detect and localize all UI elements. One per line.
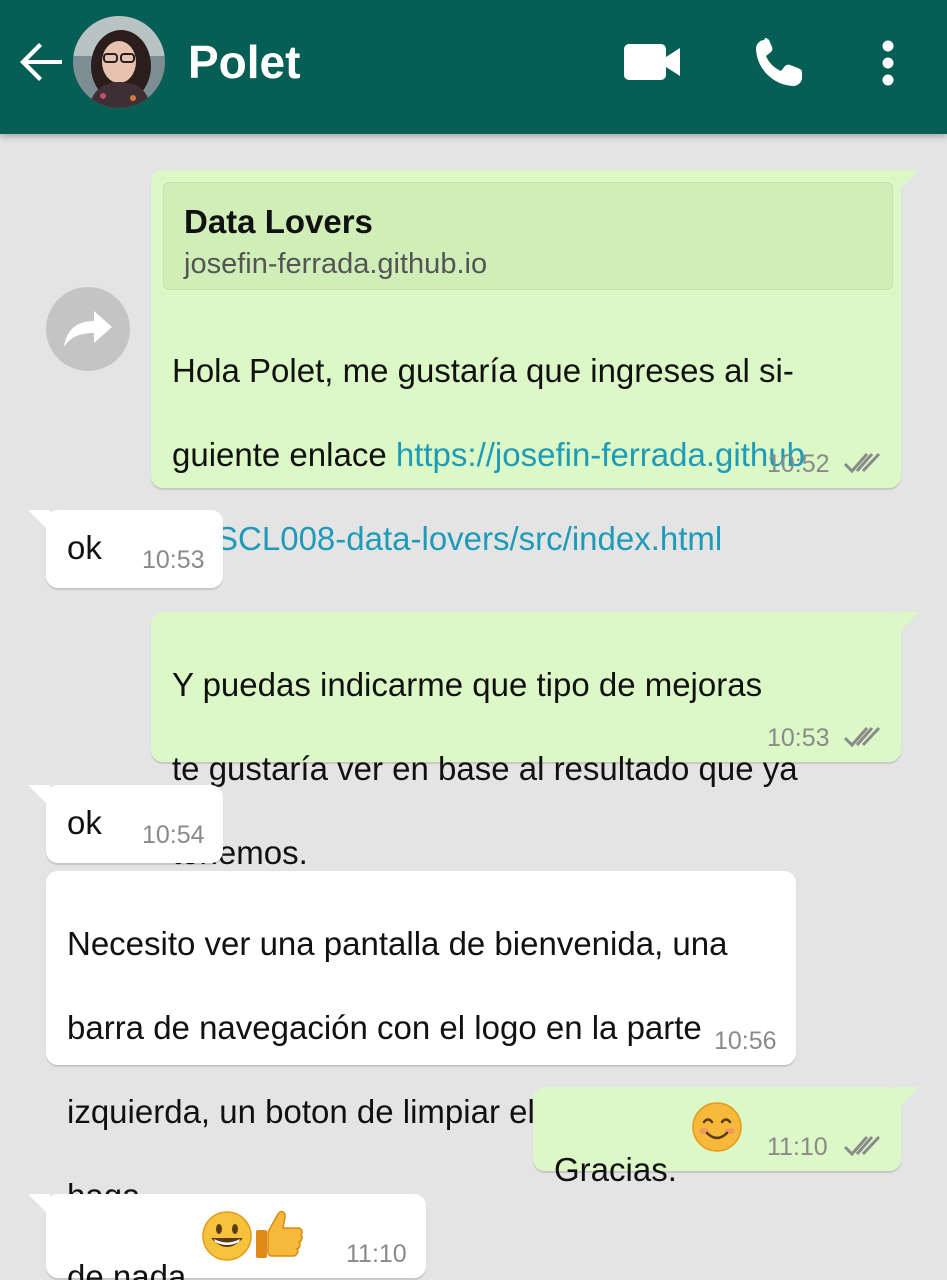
smiling-face-icon: [692, 1102, 742, 1152]
message-text: ok: [67, 804, 102, 841]
bubble-tail: [28, 785, 50, 807]
message-bubble-incoming[interactable]: de nada 11:10: [46, 1194, 426, 1280]
link-preview-domain: josefin-ferrada.github.io: [184, 248, 488, 280]
message-time: 11:10: [346, 1240, 407, 1268]
message-time: 10:54: [142, 821, 205, 849]
bubble-tail: [897, 612, 919, 634]
grinning-face-icon: [202, 1211, 252, 1261]
link-preview-title: Data Lovers: [184, 203, 373, 240]
message-text-line: guiente enlace: [172, 436, 396, 473]
contact-name[interactable]: Polet: [188, 36, 300, 88]
message-text: de nada: [67, 1214, 186, 1280]
message-text: Hola Polet, me gustaría que ingreses al …: [172, 308, 882, 560]
message-time: 10:53: [142, 546, 205, 574]
message-text: ok: [67, 529, 102, 566]
thumbs-up-icon: [256, 1210, 303, 1258]
message-text-line: barra de navegación con el logo en la pa…: [67, 1009, 702, 1046]
message-time: 10:52: [767, 450, 830, 478]
forward-icon: [64, 311, 112, 347]
avatar-photo: [73, 16, 165, 108]
message-bubble-incoming[interactable]: Necesito ver una pantalla de bienvenida,…: [46, 871, 796, 1214]
avatar[interactable]: [73, 16, 165, 108]
more-vertical-icon[interactable]: [880, 40, 896, 86]
forward-button[interactable]: [46, 287, 130, 371]
message-link-continuation[interactable]: .io/SCL008-data-lovers/src/index.html: [172, 520, 722, 557]
double-check-icon: [843, 1135, 881, 1157]
message-text-content: de nada: [67, 1258, 187, 1280]
link-preview[interactable]: Data Lovers josefin-ferrada.github.io: [163, 182, 893, 290]
video-camera-icon[interactable]: [624, 44, 682, 80]
message-bubble-outgoing[interactable]: Gracias. 11:10: [533, 1087, 901, 1188]
message-bubble-outgoing[interactable]: Data Lovers josefin-ferrada.github.io Ho…: [151, 170, 901, 557]
message-time: 10:56: [714, 1027, 777, 1055]
chat-area[interactable]: Data Lovers josefin-ferrada.github.io Ho…: [0, 134, 947, 1280]
bubble-tail: [897, 1087, 919, 1109]
message-link[interactable]: https://josefin-ferrada.github: [396, 436, 805, 473]
message-bubble-incoming[interactable]: ok 10:53: [46, 510, 223, 588]
double-check-icon: [843, 726, 881, 748]
arrow-left-icon[interactable]: [18, 38, 66, 86]
bubble-tail: [28, 1194, 50, 1216]
message-text-line: Y puedas indicarme que tipo de mejoras: [172, 666, 763, 703]
message-bubble-incoming[interactable]: ok 10:54: [46, 785, 223, 863]
bubble-tail: [28, 510, 50, 532]
message-text-line: te gustaría ver en base al resultado que…: [172, 750, 798, 787]
double-check-icon: [843, 452, 881, 474]
message-text: Gracias.: [554, 1107, 677, 1191]
chat-header: Polet: [0, 0, 947, 134]
message-time: 10:53: [767, 724, 830, 752]
message-text-line: Necesito ver una pantalla de bienvenida,…: [67, 925, 728, 962]
message-text-line: Hola Polet, me gustaría que ingreses al …: [172, 352, 794, 389]
bubble-tail: [897, 170, 919, 192]
phone-icon[interactable]: [754, 38, 804, 88]
message-time: 11:10: [767, 1133, 828, 1161]
message-text-content: Gracias.: [554, 1151, 677, 1188]
message-bubble-outgoing[interactable]: Y puedas indicarme que tipo de mejoras t…: [151, 612, 901, 871]
